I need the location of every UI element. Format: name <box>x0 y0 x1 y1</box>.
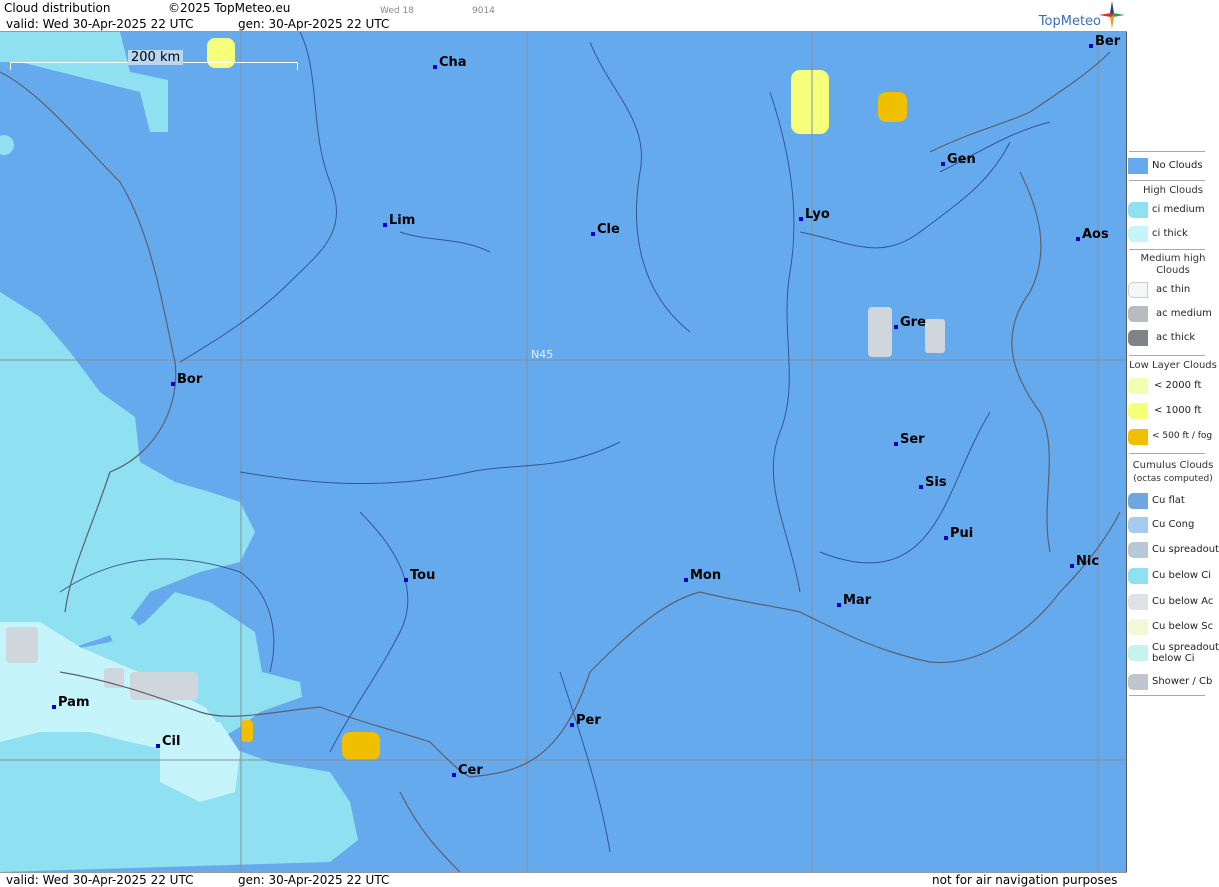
legend-ac-thick: ac thick <box>1128 327 1218 349</box>
ac-thin-swatch <box>1128 282 1148 298</box>
header-bar: Cloud distribution ©2025 TopMeteo.eu Wed… <box>0 0 1127 32</box>
cu-cong-swatch <box>1128 517 1148 533</box>
city-ber[interactable]: Ber <box>1089 35 1120 49</box>
ci-medium-swatch <box>1128 202 1148 218</box>
city-cer[interactable]: Cer <box>452 764 483 778</box>
compass-logo-icon <box>1099 1 1125 29</box>
city-cil[interactable]: Cil <box>156 735 180 749</box>
city-aos[interactable]: Aos <box>1076 228 1109 242</box>
map-title: Cloud distribution <box>4 1 111 15</box>
city-tou[interactable]: Tou <box>404 569 435 583</box>
low-500-swatch <box>1128 429 1148 445</box>
legend-cu-spreadout-below-ci: Cu spreadout below Ci <box>1128 642 1219 668</box>
brand-logo-text[interactable]: TopMeteo <box>1039 14 1101 29</box>
legend-cu-flat: Cu flat <box>1128 490 1218 512</box>
city-ser[interactable]: Ser <box>894 433 925 447</box>
city-pam[interactable]: Pam <box>52 696 90 710</box>
legend-low-2000: < 2000 ft <box>1128 375 1218 397</box>
cu-below-ci-swatch <box>1128 568 1148 584</box>
legend-ci-thick: ci thick <box>1128 223 1218 245</box>
generated-time: gen: 30-Apr-2025 22 UTC <box>238 17 390 31</box>
city-lim[interactable]: Lim <box>383 214 415 228</box>
low-1000-swatch <box>1128 403 1148 419</box>
cu-spreadout-below-ci-swatch <box>1128 645 1148 661</box>
legend-ac-thin: ac thin <box>1128 279 1218 301</box>
city-nic[interactable]: Nic <box>1070 555 1099 569</box>
scale-label: 200 km <box>128 50 184 65</box>
city-mon[interactable]: Mon <box>684 569 721 583</box>
ac-medium-swatch <box>1128 306 1148 322</box>
city-pui[interactable]: Pui <box>944 527 973 541</box>
legend-high-title: High Clouds <box>1143 185 1203 196</box>
valid-time: valid: Wed 30-Apr-2025 22 UTC <box>6 17 194 31</box>
city-lyo[interactable]: Lyo <box>799 208 830 222</box>
city-cle[interactable]: Cle <box>591 223 620 237</box>
legend-ci-medium: ci medium <box>1128 199 1218 221</box>
city-cha[interactable]: Cha <box>433 56 467 70</box>
cu-below-ac-swatch <box>1128 594 1148 610</box>
cloud-map[interactable]: 200 km N45 Cha Ber Gen Lim Cle Lyo Aos G… <box>0 32 1127 872</box>
legend-no-clouds: No Clouds <box>1128 155 1218 177</box>
time-code: Wed 18 <box>380 6 414 16</box>
disclaimer: not for air navigation purposes <box>932 873 1118 887</box>
legend-cu-subtitle: (octas computed) <box>1133 474 1213 484</box>
cu-flat-swatch <box>1128 493 1148 509</box>
city-mar[interactable]: Mar <box>837 594 871 608</box>
cu-below-sc-swatch <box>1128 619 1148 635</box>
legend-cu-below-ac: Cu below Ac <box>1128 591 1218 613</box>
legend-shower: Shower / Cb <box>1128 671 1218 693</box>
city-gen[interactable]: Gen <box>941 153 976 167</box>
legend-low-500: < 500 ft / fog <box>1128 426 1218 448</box>
legend-cu-below-sc: Cu below Sc <box>1128 616 1218 638</box>
legend-cu-cong: Cu Cong <box>1128 514 1218 536</box>
low-cloud-patches <box>207 38 907 760</box>
copyright: ©2025 TopMeteo.eu <box>168 1 291 15</box>
ci-thick-swatch <box>1128 226 1148 242</box>
city-gre[interactable]: Gre <box>894 316 926 330</box>
cu-spreadout-swatch <box>1128 542 1148 558</box>
legend-low-1000: < 1000 ft <box>1128 400 1218 422</box>
legend-low-title: Low Layer Clouds <box>1129 360 1217 371</box>
legend-cu-spreadout: Cu spreadout <box>1128 539 1219 561</box>
legend-ac-medium: ac medium <box>1128 303 1218 325</box>
no-clouds-swatch <box>1128 158 1148 174</box>
city-per[interactable]: Per <box>570 714 601 728</box>
legend-medium-title: Medium high Clouds <box>1140 253 1206 276</box>
city-sis[interactable]: Sis <box>919 476 947 490</box>
low-2000-swatch <box>1128 378 1148 394</box>
run-code: 9014 <box>472 6 495 16</box>
city-bor[interactable]: Bor <box>171 373 202 387</box>
ac-thick-swatch <box>1128 330 1148 346</box>
scale-bar: 200 km <box>10 50 298 70</box>
latitude-label: N45 <box>531 348 554 361</box>
footer-generated-time: gen: 30-Apr-2025 22 UTC <box>238 873 390 887</box>
legend-panel: No Clouds High Clouds ci medium ci thick… <box>1127 0 1219 887</box>
footer-bar: valid: Wed 30-Apr-2025 22 UTC gen: 30-Ap… <box>0 872 1127 887</box>
legend-cu-title: Cumulus Clouds <box>1132 460 1214 471</box>
footer-valid-time: valid: Wed 30-Apr-2025 22 UTC <box>6 873 194 887</box>
shower-swatch <box>1128 674 1148 690</box>
legend-cu-below-ci: Cu below Ci <box>1128 565 1218 587</box>
